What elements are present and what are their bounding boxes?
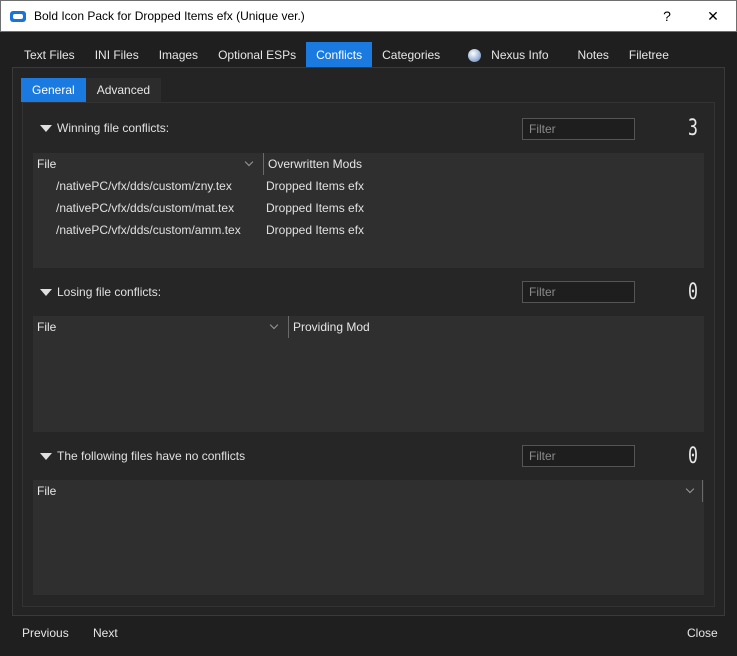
tab-categories[interactable]: Categories: [372, 42, 450, 68]
losing-section-title: Losing file conflicts:: [57, 285, 162, 299]
losing-section-toggle[interactable]: Losing file conflicts:: [40, 285, 161, 299]
help-button[interactable]: ?: [644, 1, 690, 31]
tab-text-files[interactable]: Text Files: [13, 42, 85, 68]
table-row[interactable]: /nativePC/vfx/dds/custom/amm.tex Dropped…: [33, 219, 704, 241]
column-file[interactable]: File: [33, 480, 703, 502]
column-file-label: File: [37, 157, 57, 171]
mod-name: Dropped Items efx: [266, 201, 365, 215]
next-button[interactable]: Next: [93, 626, 118, 640]
tab-images[interactable]: Images: [149, 42, 208, 68]
tab-nexus-info[interactable]: Nexus Info: [450, 42, 558, 68]
file-path: /nativePC/vfx/dds/custom/mat.tex: [56, 201, 235, 215]
window-title: Bold Icon Pack for Dropped Items efx (Un…: [34, 9, 305, 23]
losing-count: 0: [688, 280, 698, 305]
winning-filter-input[interactable]: Filter: [522, 118, 635, 140]
main-tabs: Text Files INI Files Images Optional ESP…: [13, 42, 679, 68]
mod-name: Dropped Items efx: [266, 179, 365, 193]
tab-conflicts[interactable]: Conflicts: [306, 42, 373, 68]
sort-chevron-icon: [244, 157, 254, 167]
sort-chevron-icon: [685, 484, 695, 494]
file-path: /nativePC/vfx/dds/custom/amm.tex: [56, 223, 241, 237]
noconflict-section-title: The following files have no conflicts: [57, 449, 246, 463]
table-row[interactable]: /nativePC/vfx/dds/custom/zny.tex Dropped…: [33, 175, 704, 197]
close-button[interactable]: Close: [687, 626, 718, 640]
column-providing-mod[interactable]: Providing Mod: [288, 316, 370, 338]
subtab-advanced[interactable]: Advanced: [85, 78, 162, 102]
noconflict-section-toggle[interactable]: The following files have no conflicts: [40, 449, 245, 463]
sort-chevron-icon: [269, 320, 279, 330]
collapse-triangle-icon: [40, 124, 52, 132]
collapse-triangle-icon: [40, 452, 52, 460]
sub-tabs: General Advanced: [21, 78, 162, 102]
column-overwritten-mods[interactable]: Overwritten Mods: [263, 153, 362, 175]
noconflict-count: 0: [688, 444, 698, 469]
tab-nexus-info-label: Nexus Info: [491, 48, 549, 62]
noconflict-table-header: File: [33, 480, 704, 502]
losing-filter-input[interactable]: Filter: [522, 281, 635, 303]
winning-section-title: Winning file conflicts:: [57, 121, 170, 135]
column-file-label: File: [37, 484, 57, 498]
losing-table-header: File Providing Mod: [33, 316, 704, 338]
title-bar: Bold Icon Pack for Dropped Items efx (Un…: [0, 0, 737, 32]
previous-button[interactable]: Previous: [22, 626, 69, 640]
column-file-label: File: [37, 320, 57, 334]
winning-table: File Overwritten Mods /nativePC/vfx/dds/…: [33, 153, 704, 268]
tab-notes[interactable]: Notes: [559, 42, 619, 68]
noconflict-filter-input[interactable]: Filter: [522, 445, 635, 467]
close-window-button[interactable]: ✕: [690, 1, 736, 31]
mod-name: Dropped Items efx: [266, 223, 365, 237]
globe-icon: [468, 48, 482, 62]
subtab-general[interactable]: General: [21, 78, 86, 102]
tab-optional-esps[interactable]: Optional ESPs: [208, 42, 306, 68]
tab-filetree[interactable]: Filetree: [619, 42, 679, 68]
collapse-triangle-icon: [40, 288, 52, 296]
column-file[interactable]: File: [33, 153, 263, 175]
file-path: /nativePC/vfx/dds/custom/zny.tex: [56, 179, 232, 193]
table-row[interactable]: /nativePC/vfx/dds/custom/mat.tex Dropped…: [33, 197, 704, 219]
winning-table-header: File Overwritten Mods: [33, 153, 704, 175]
winning-section-toggle[interactable]: Winning file conflicts:: [40, 121, 169, 135]
winning-count: 3: [688, 116, 698, 141]
app-icon: [10, 10, 26, 22]
noconflict-table: File: [33, 480, 704, 595]
losing-table: File Providing Mod: [33, 316, 704, 432]
tab-ini-files[interactable]: INI Files: [85, 42, 149, 68]
column-file[interactable]: File: [33, 316, 288, 338]
